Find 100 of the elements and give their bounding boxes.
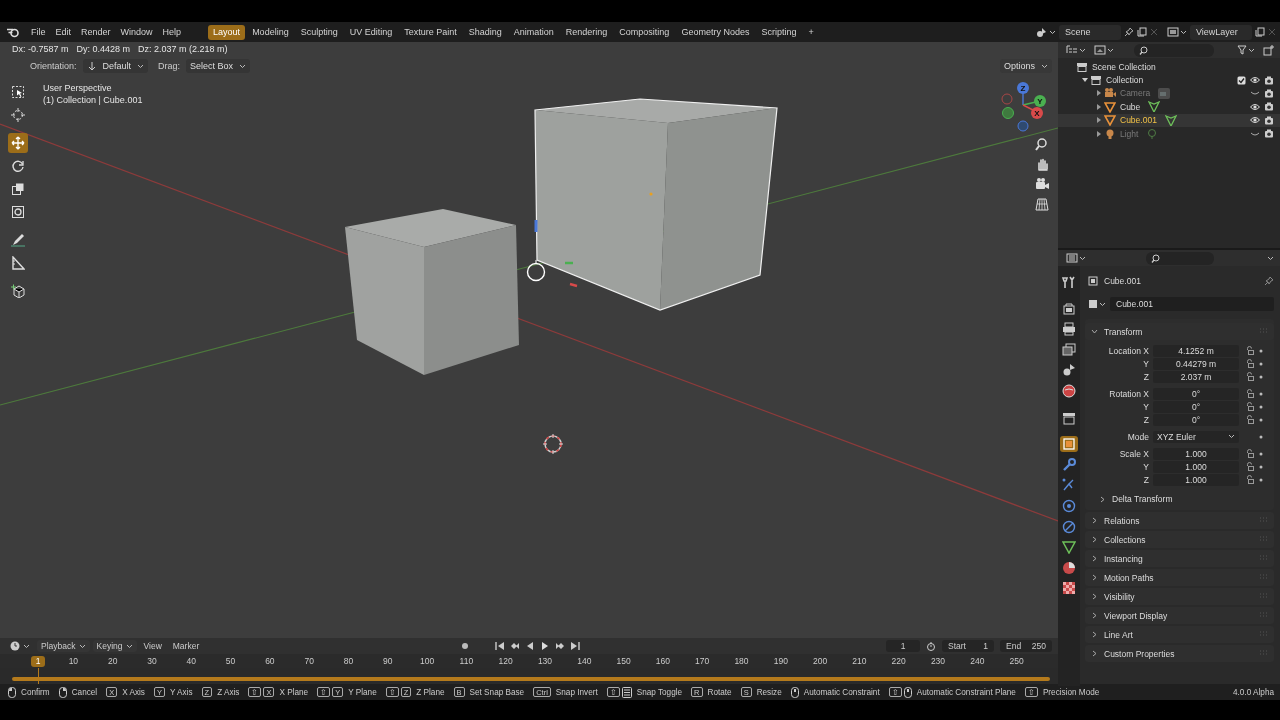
view-layer-field[interactable]: ViewLayer xyxy=(1190,24,1252,40)
add-workspace-button[interactable]: + xyxy=(803,24,819,40)
keyframe-dot-icon[interactable] xyxy=(1259,374,1263,379)
filter-button[interactable] xyxy=(1237,45,1255,55)
keyframe-dot-icon[interactable] xyxy=(1259,391,1263,396)
keyframe-dot-icon[interactable] xyxy=(1259,404,1263,409)
previous-keyframe-icon[interactable] xyxy=(510,641,520,651)
cube[interactable] xyxy=(534,98,778,311)
workspace-tab[interactable]: Rendering xyxy=(560,24,613,40)
cube[interactable] xyxy=(345,209,519,375)
pin-icon[interactable] xyxy=(1124,27,1134,37)
checked-checkbox-icon[interactable] xyxy=(1237,75,1246,85)
search-field[interactable] xyxy=(1146,251,1214,265)
panel-header[interactable]: Visibility xyxy=(1085,588,1274,605)
mesh-data-icon[interactable] xyxy=(1148,101,1161,113)
gizmo-axis[interactable]: Z xyxy=(1017,82,1029,94)
lock-icon[interactable] xyxy=(1245,415,1255,424)
end-frame-field[interactable]: End 250 xyxy=(1000,640,1052,652)
mesh-data-icon[interactable] xyxy=(1164,114,1177,126)
stopwatch-icon[interactable] xyxy=(926,641,936,651)
keyframe-dot-icon[interactable] xyxy=(1259,348,1263,353)
transform-gizmo-icon[interactable] xyxy=(526,220,578,288)
orientation-dropdown[interactable]: Default xyxy=(82,59,149,73)
properties-tab[interactable] xyxy=(1060,274,1078,290)
keyframe-dot-icon[interactable] xyxy=(1259,417,1263,422)
options-dropdown[interactable]: Options xyxy=(999,59,1052,73)
options-button[interactable] xyxy=(1267,255,1274,261)
current-frame-field[interactable]: 1 xyxy=(886,640,920,652)
display-mode-button[interactable] xyxy=(1066,45,1086,55)
lock-icon[interactable] xyxy=(1245,449,1255,458)
hand-icon[interactable] xyxy=(1035,157,1049,171)
properties-tab[interactable] xyxy=(1060,539,1078,556)
menu-item[interactable]: File xyxy=(26,25,51,39)
object-name-field[interactable]: Cube.001 xyxy=(1110,297,1274,311)
closed-eye-icon[interactable] xyxy=(1250,89,1260,98)
lock-icon[interactable] xyxy=(1245,359,1255,368)
camera-icon[interactable] xyxy=(1035,177,1049,191)
tool-button[interactable] xyxy=(8,105,28,125)
workspace-tab[interactable]: Modeling xyxy=(247,24,294,40)
gizmo-axis[interactable]: Y xyxy=(1034,95,1046,107)
pin-icon[interactable] xyxy=(1264,276,1274,286)
lock-icon[interactable] xyxy=(1245,462,1255,471)
blender-logo-icon[interactable] xyxy=(6,26,20,38)
menu-item[interactable]: Help xyxy=(157,25,187,39)
collapse-arrow-icon[interactable] xyxy=(1096,117,1102,124)
lock-icon[interactable] xyxy=(1245,402,1255,411)
view-layer-selector[interactable] xyxy=(1167,26,1187,38)
scene-selector[interactable] xyxy=(1036,26,1056,38)
menu-item[interactable]: Window xyxy=(115,25,158,39)
properties-tab[interactable] xyxy=(1060,436,1078,453)
drag-dropdown[interactable]: Select Box xyxy=(186,59,251,73)
workspace-tab[interactable]: Animation xyxy=(508,24,559,40)
panel-header[interactable]: Custom Properties xyxy=(1085,645,1274,662)
expand-arrow-icon[interactable] xyxy=(1082,77,1088,84)
item-name[interactable]: Cube xyxy=(1120,101,1141,112)
workspace-tab[interactable]: Shading xyxy=(463,24,507,40)
workspace-tab[interactable]: Compositing xyxy=(614,24,675,40)
play-reverse-icon[interactable] xyxy=(525,641,535,651)
scene-field[interactable]: Scene xyxy=(1059,24,1121,40)
menu-dropdown[interactable]: Keying xyxy=(92,640,137,652)
light-data-icon[interactable] xyxy=(1146,128,1159,140)
menu-item[interactable]: Render xyxy=(76,25,116,39)
filter-type-button[interactable] xyxy=(1094,45,1114,55)
camera-data-icon[interactable] xyxy=(1158,87,1171,99)
eye-icon[interactable] xyxy=(1250,102,1260,111)
item-name[interactable]: Cube.001 xyxy=(1120,115,1157,126)
zoom-icon[interactable] xyxy=(1035,137,1049,151)
number-field[interactable]: 1.000 xyxy=(1153,473,1239,486)
number-field[interactable]: 0° xyxy=(1153,400,1239,413)
eye-icon[interactable] xyxy=(1250,76,1260,85)
tool-button[interactable] xyxy=(8,133,28,153)
keyframe-dot-icon[interactable] xyxy=(1259,361,1263,366)
panel-header[interactable]: Collections xyxy=(1085,531,1274,548)
menu-item[interactable]: View xyxy=(139,640,166,652)
record-icon[interactable] xyxy=(461,642,469,650)
jump-start-icon[interactable] xyxy=(495,641,505,651)
lock-icon[interactable] xyxy=(1245,475,1255,484)
number-field[interactable]: 0° xyxy=(1153,413,1239,426)
workspace-tab[interactable]: Scripting xyxy=(756,24,802,40)
grid-icon[interactable] xyxy=(1035,197,1049,211)
panel-header[interactable]: Instancing xyxy=(1085,550,1274,567)
outliner-row[interactable]: Light xyxy=(1058,126,1280,141)
gizmo-axis[interactable]: X xyxy=(1031,107,1043,119)
camera-icon[interactable] xyxy=(1264,88,1274,98)
number-field[interactable]: 0° xyxy=(1153,387,1239,400)
lock-icon[interactable] xyxy=(1245,372,1255,381)
workspace-tab[interactable]: Layout xyxy=(208,24,246,40)
editor-type-button[interactable] xyxy=(1066,253,1086,263)
number-field[interactable]: 1.000 xyxy=(1153,460,1239,473)
collapse-arrow-icon[interactable] xyxy=(1096,90,1102,97)
collapse-arrow-icon[interactable] xyxy=(1096,103,1102,110)
camera-icon[interactable] xyxy=(1264,129,1274,139)
item-name[interactable]: Collection xyxy=(1106,75,1144,86)
eye-icon[interactable] xyxy=(1250,116,1260,125)
current-frame-marker[interactable]: 1 xyxy=(31,656,45,667)
object-type-button[interactable] xyxy=(1088,299,1106,309)
workspace-tab[interactable]: UV Editing xyxy=(344,24,398,40)
outliner-row[interactable]: Camera xyxy=(1058,86,1280,101)
properties-tab[interactable] xyxy=(1060,580,1078,597)
navigation-gizmo[interactable]: Z Y X xyxy=(995,80,1055,136)
